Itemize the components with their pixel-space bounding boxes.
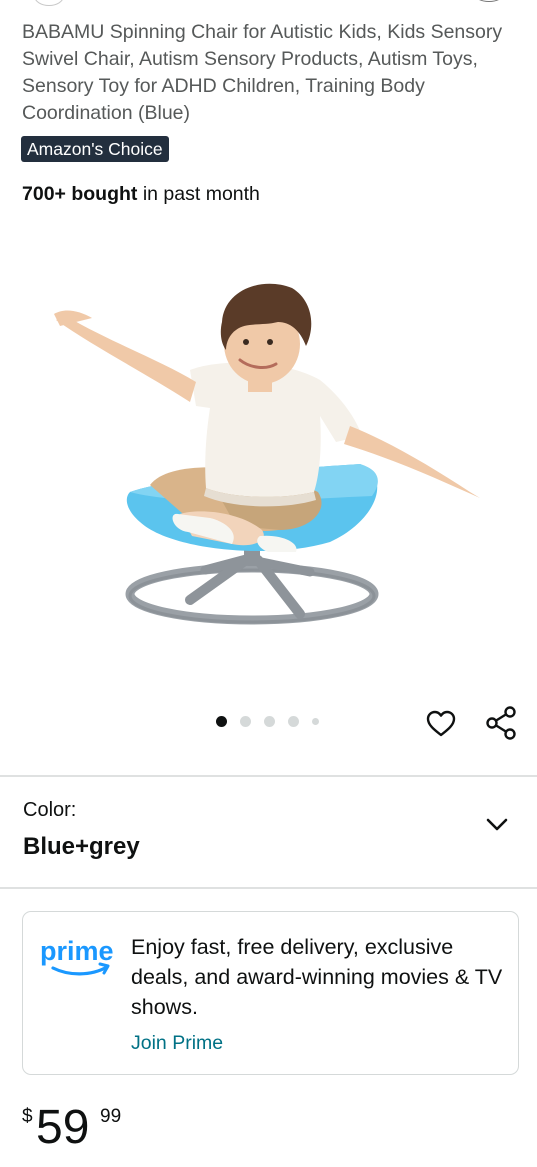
prime-logo: prime [40,936,114,976]
heart-icon [426,710,456,737]
join-prime-link[interactable]: Join Prime [131,1032,223,1055]
image-carousel-dots[interactable] [216,716,332,727]
divider-top [0,775,537,777]
divider-bottom [0,887,537,889]
color-value[interactable]: Blue+grey [23,833,140,861]
wishlist-button[interactable] [423,706,459,742]
share-icon [486,706,516,740]
price-fraction: 99 [100,1106,122,1127]
price-whole: 59 [36,1101,90,1154]
carousel-dot-1[interactable] [216,716,227,727]
color-label: Color: [23,799,77,821]
price-symbol: $ [22,1106,33,1127]
prime-promo-card[interactable]: prime Enjoy fast, free delivery, exclusi… [22,911,519,1075]
prime-message: Enjoy fast, free delivery, exclusive dea… [131,935,503,1019]
bought-count: 700+ bought in past month [22,181,260,207]
prime-logo-text: prime [40,936,114,966]
chevron-down-icon [486,818,508,831]
color-dropdown-button[interactable] [483,812,511,836]
product-title: BABAMU Spinning Chair for Autistic Kids,… [22,21,503,124]
carousel-dot-5[interactable] [312,718,319,725]
amazons-choice-badge[interactable]: Amazon's Choice [21,136,169,162]
bought-count-rest: in past month [137,183,260,205]
carousel-dot-4[interactable] [288,716,299,727]
share-button[interactable] [483,705,519,741]
product-image-illustration [54,283,480,625]
product-image[interactable] [0,230,537,700]
carousel-dot-3[interactable] [264,716,275,727]
top-fragment-left [34,0,64,6]
bought-count-strong: 700+ bought [22,183,138,205]
carousel-dot-2[interactable] [240,716,251,727]
top-fragment-right [474,0,504,2]
